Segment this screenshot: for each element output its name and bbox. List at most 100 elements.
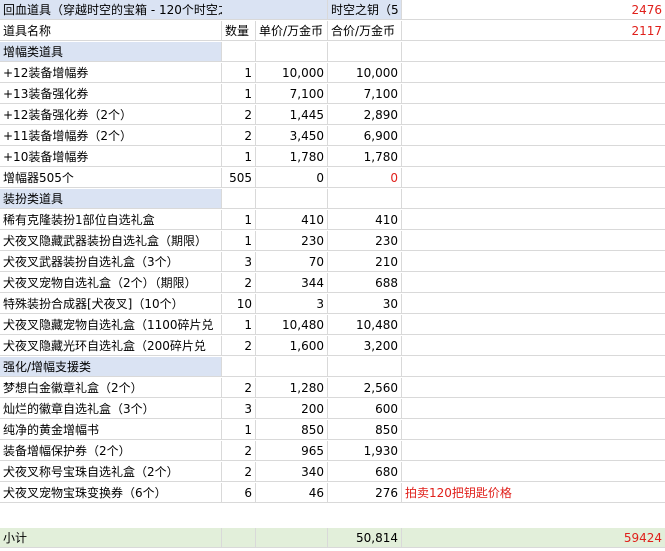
item-total-price[interactable]: 276 (328, 483, 402, 503)
item-name[interactable]: 犬夜叉宠物自选礼盒（2个）（期限） (0, 273, 222, 293)
item-qty[interactable]: 2 (222, 336, 256, 356)
item-qty[interactable]: 10 (222, 294, 256, 314)
item-name[interactable]: 犬夜叉武器装扮自选礼盒（3个） (0, 252, 222, 272)
item-total-price[interactable]: 688 (328, 273, 402, 293)
header-extra-cell[interactable]: 2117 (402, 21, 665, 41)
item-extra-cell[interactable] (402, 168, 665, 188)
key-value-cell[interactable]: 2476 (402, 0, 665, 20)
item-name[interactable]: 犬夜叉称号宝珠自选礼盒（2个） (0, 462, 222, 482)
item-unit-price[interactable]: 200 (256, 399, 328, 419)
item-total-price[interactable]: 1,930 (328, 441, 402, 461)
item-name[interactable]: +12装备增幅券 (0, 63, 222, 83)
item-unit-price[interactable]: 70 (256, 252, 328, 272)
item-total-price[interactable]: 850 (328, 420, 402, 440)
section-extra-cell[interactable] (402, 42, 665, 62)
item-total-price[interactable]: 230 (328, 231, 402, 251)
item-extra-cell[interactable] (402, 252, 665, 272)
item-name[interactable]: 增幅器505个 (0, 168, 222, 188)
item-name[interactable]: +13装备强化券 (0, 84, 222, 104)
item-qty[interactable]: 1 (222, 315, 256, 335)
item-extra-cell[interactable] (402, 399, 665, 419)
item-extra-cell[interactable] (402, 336, 665, 356)
item-extra-cell[interactable] (402, 147, 665, 167)
item-total-price[interactable]: 1,780 (328, 147, 402, 167)
subtotal-unit[interactable] (256, 528, 328, 548)
item-unit-price[interactable]: 3,450 (256, 126, 328, 146)
section-extra-cell[interactable] (402, 189, 665, 209)
item-name[interactable]: 犬夜叉隐藏光环自选礼盒（200碎片兑 (0, 336, 222, 356)
item-qty[interactable]: 3 (222, 399, 256, 419)
section-total-cell[interactable] (328, 189, 402, 209)
item-name[interactable]: 犬夜叉宠物宝珠变换券（6个） (0, 483, 222, 503)
item-extra-cell[interactable] (402, 84, 665, 104)
subtotal-extra-cell[interactable]: 59424 (402, 528, 665, 548)
item-extra-cell[interactable] (402, 126, 665, 146)
subtotal-label[interactable]: 小计 (0, 528, 222, 548)
item-qty[interactable]: 3 (222, 252, 256, 272)
item-unit-price[interactable]: 10,480 (256, 315, 328, 335)
item-qty[interactable]: 505 (222, 168, 256, 188)
item-name[interactable]: 犬夜叉隐藏宠物自选礼盒（1100碎片兑 (0, 315, 222, 335)
item-unit-price[interactable]: 340 (256, 462, 328, 482)
item-unit-price[interactable]: 410 (256, 210, 328, 230)
item-total-price[interactable]: 3,200 (328, 336, 402, 356)
item-unit-price[interactable]: 46 (256, 483, 328, 503)
item-qty[interactable]: 2 (222, 462, 256, 482)
item-name[interactable]: 特殊装扮合成器[犬夜叉]（10个） (0, 294, 222, 314)
item-qty[interactable]: 1 (222, 84, 256, 104)
section-qty-cell[interactable] (222, 42, 256, 62)
item-total-price[interactable]: 2,560 (328, 378, 402, 398)
section-qty-cell[interactable] (222, 189, 256, 209)
header-name[interactable]: 道具名称 (0, 21, 222, 41)
item-qty[interactable]: 1 (222, 147, 256, 167)
item-total-price[interactable]: 680 (328, 462, 402, 482)
section-total-cell[interactable] (328, 357, 402, 377)
item-unit-price[interactable]: 1,600 (256, 336, 328, 356)
item-qty[interactable]: 2 (222, 378, 256, 398)
item-unit-price[interactable]: 0 (256, 168, 328, 188)
item-total-price[interactable]: 600 (328, 399, 402, 419)
section-unit-cell[interactable] (256, 189, 328, 209)
item-total-price[interactable]: 7,100 (328, 84, 402, 104)
section-unit-cell[interactable] (256, 42, 328, 62)
item-name[interactable]: 装备增幅保护券（2个） (0, 441, 222, 461)
item-total-price[interactable]: 410 (328, 210, 402, 230)
item-unit-price[interactable]: 3 (256, 294, 328, 314)
title-spacer-unit[interactable] (256, 0, 328, 20)
item-qty[interactable]: 1 (222, 231, 256, 251)
item-extra-cell[interactable] (402, 63, 665, 83)
item-qty[interactable]: 1 (222, 63, 256, 83)
item-unit-price[interactable]: 7,100 (256, 84, 328, 104)
header-qty[interactable]: 数量 (222, 21, 256, 41)
item-qty[interactable]: 6 (222, 483, 256, 503)
item-total-price[interactable]: 30 (328, 294, 402, 314)
section-title[interactable]: 增幅类道具 (0, 42, 222, 62)
item-extra-cell[interactable] (402, 105, 665, 125)
subtotal-total[interactable]: 50,814 (328, 528, 402, 548)
item-total-price[interactable]: 10,480 (328, 315, 402, 335)
section-title[interactable]: 强化/增幅支援类 (0, 357, 222, 377)
item-unit-price[interactable]: 10,000 (256, 63, 328, 83)
section-extra-cell[interactable] (402, 357, 665, 377)
item-note[interactable]: 拍卖120把钥匙价格 (402, 483, 665, 503)
item-name[interactable]: 稀有克隆装扮1部位自选礼盒 (0, 210, 222, 230)
item-extra-cell[interactable] (402, 294, 665, 314)
section-qty-cell[interactable] (222, 357, 256, 377)
item-total-price[interactable]: 10,000 (328, 63, 402, 83)
item-qty[interactable]: 2 (222, 105, 256, 125)
item-extra-cell[interactable] (402, 378, 665, 398)
item-name[interactable]: 纯净的黄金增幅书 (0, 420, 222, 440)
item-extra-cell[interactable] (402, 273, 665, 293)
item-unit-price[interactable]: 1,780 (256, 147, 328, 167)
item-unit-price[interactable]: 344 (256, 273, 328, 293)
item-unit-price[interactable]: 965 (256, 441, 328, 461)
title-spacer-qty[interactable] (222, 0, 256, 20)
subtotal-qty[interactable] (222, 528, 256, 548)
item-name[interactable]: +11装备增幅券（2个） (0, 126, 222, 146)
item-total-price[interactable]: 2,890 (328, 105, 402, 125)
item-name[interactable]: 犬夜叉隐藏武器装扮自选礼盒（期限） (0, 231, 222, 251)
header-unit-price[interactable]: 单价/万金币 (256, 21, 328, 41)
section-unit-cell[interactable] (256, 357, 328, 377)
item-name[interactable]: +12装备强化券（2个） (0, 105, 222, 125)
item-unit-price[interactable]: 850 (256, 420, 328, 440)
